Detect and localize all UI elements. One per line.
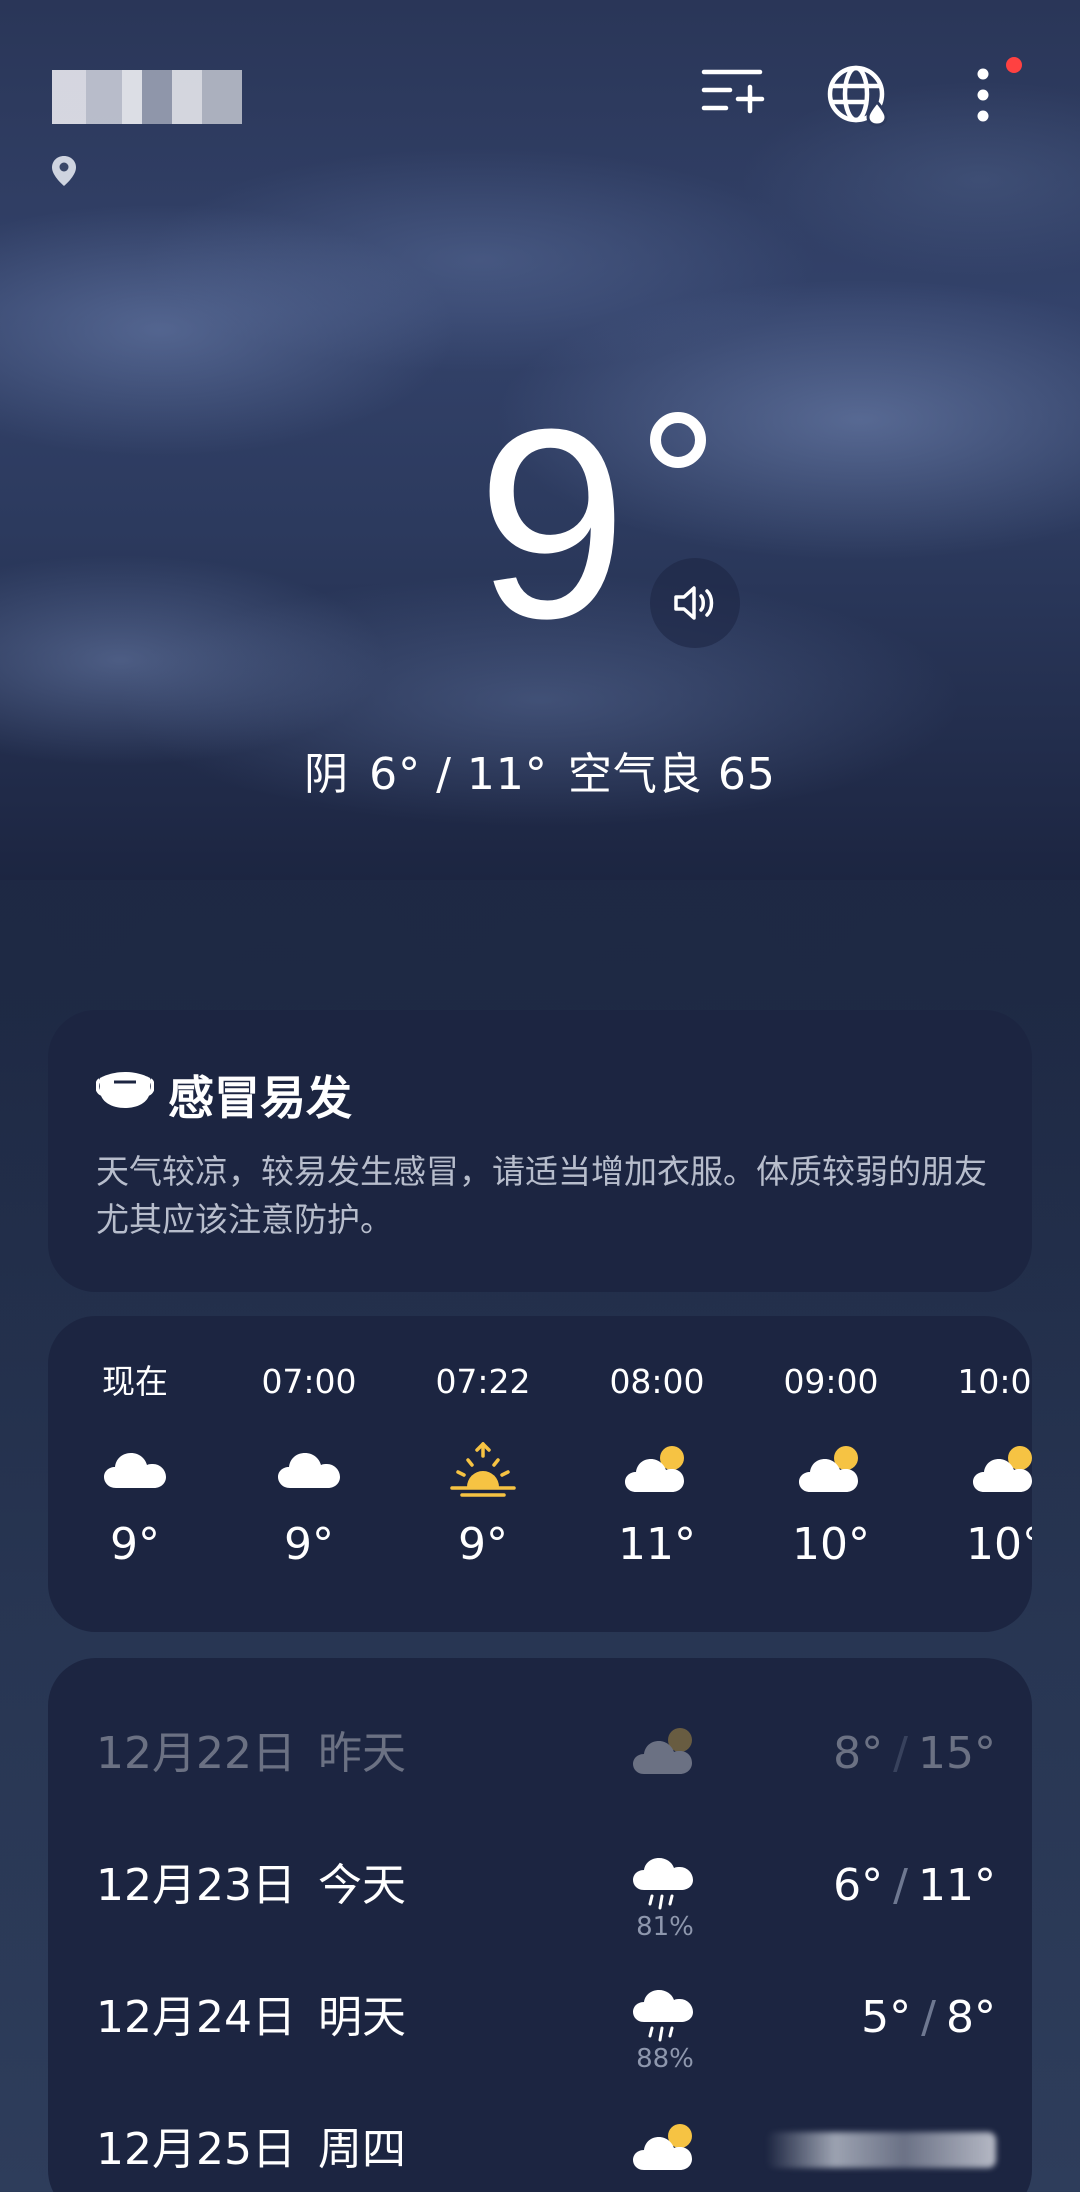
day-temp-range: 8°/15° xyxy=(833,1724,996,1784)
day-date: 12月25日 周四 xyxy=(96,2120,406,2180)
partly-cloudy-icon xyxy=(973,1446,1032,1492)
hour-time: 07:00 xyxy=(261,1362,357,1401)
hour-time: 10:00 xyxy=(957,1362,1032,1401)
hourly-forecast-card[interactable]: 现在 9° 07:00 9° 07:22 9° 08:00 11° 09:00 … xyxy=(48,1316,1032,1632)
hourly-item: 现在 9° xyxy=(48,1362,222,1572)
tip-body: 天气较凉，较易发生感冒，请适当增加衣服。体质较弱的朋友尤其应该注意防护。 xyxy=(96,1152,987,1239)
high-temp: 15° xyxy=(918,1728,996,1779)
date-text: 12月25日 xyxy=(96,2124,296,2175)
high-temp: 11° xyxy=(918,1860,996,1911)
range-separator: / xyxy=(893,1728,908,1779)
hourly-item: 07:22 9° xyxy=(396,1362,570,1572)
partly-cloudy-icon xyxy=(625,1446,684,1492)
weekday-text: 昨天 xyxy=(317,1728,406,1779)
date-text: 12月22日 xyxy=(96,1728,296,1779)
weather-summary: 阴 6° / 11° 空气良 65 xyxy=(0,738,1080,802)
degree-symbol xyxy=(650,412,706,468)
daily-forecast-card[interactable]: 12月22日 昨天 8°/15° 12月23日 今天 81% 6°/11° 12月2… xyxy=(48,1658,1032,2192)
location-pin-icon xyxy=(52,156,76,186)
hour-temp: 9° xyxy=(284,1519,334,1570)
globe-rain-icon[interactable] xyxy=(826,62,892,128)
precip-probability: 88% xyxy=(636,2044,694,2074)
temperature-range: 6° / 11° xyxy=(369,749,548,800)
air-quality[interactable]: 空气良 65 xyxy=(568,749,776,800)
low-temp: 8° xyxy=(833,1728,884,1779)
hour-time: 08:00 xyxy=(609,1362,705,1401)
weekday-text: 明天 xyxy=(317,1992,406,2043)
top-bar xyxy=(0,0,1080,200)
cloudy-icon xyxy=(104,1453,166,1488)
day-temp-range: 6°/11° xyxy=(833,1856,996,1916)
hour-time: 现在 xyxy=(102,1362,168,1401)
day-temp-range-obscured xyxy=(766,2132,996,2168)
location-name-redacted[interactable] xyxy=(52,70,242,124)
low-temp: 5° xyxy=(861,1992,912,2043)
hourly-item: 10:00 10° xyxy=(918,1362,1032,1572)
partly-cloudy-icon xyxy=(799,1446,858,1492)
tip-title: 感冒易发 xyxy=(168,1071,352,1125)
cloudy-icon xyxy=(278,1453,340,1488)
hour-temp: 10° xyxy=(792,1519,870,1570)
hour-temp: 9° xyxy=(110,1519,160,1570)
hour-time: 07:22 xyxy=(435,1362,531,1401)
low-temp: 6° xyxy=(833,1860,884,1911)
speaker-button[interactable] xyxy=(650,558,740,648)
daily-row-tomorrow[interactable]: 12月24日 明天 88% 5°/8° xyxy=(96,1988,996,2108)
day-date: 12月24日 明天 xyxy=(96,1988,406,2048)
date-text: 12月23日 xyxy=(96,1860,296,1911)
daily-row-thursday[interactable]: 12月25日 周四 xyxy=(96,2120,996,2192)
rain-icon xyxy=(633,1990,693,2042)
health-tip-card[interactable]: 感冒易发 天气较凉，较易发生感冒，请适当增加衣服。体质较弱的朋友尤其应该注意防护… xyxy=(48,1010,1032,1292)
daily-row-yesterday[interactable]: 12月22日 昨天 8°/15° xyxy=(96,1724,996,1844)
more-vert-icon[interactable] xyxy=(950,62,1016,128)
hourly-item: 07:00 9° xyxy=(222,1362,396,1572)
sunrise-icon xyxy=(450,1442,516,1497)
weekday-text: 周四 xyxy=(317,2124,406,2175)
condition-text: 阴 xyxy=(304,749,350,800)
high-temp: 8° xyxy=(946,1992,996,2043)
daily-row-today[interactable]: 12月23日 今天 81% 6°/11° xyxy=(96,1856,996,1976)
mask-icon xyxy=(96,1072,154,1108)
range-separator: / xyxy=(921,1992,936,2043)
hourly-item: 08:00 11° xyxy=(570,1362,744,1572)
precip-probability: 81% xyxy=(636,1912,694,1942)
partly-cloudy-icon xyxy=(633,2124,692,2170)
hour-temp: 10° xyxy=(966,1519,1032,1570)
partly-cloudy-icon xyxy=(633,1728,692,1774)
current-temperature: 9 xyxy=(476,374,628,675)
weekday-text: 今天 xyxy=(317,1860,406,1911)
rain-icon xyxy=(633,1858,693,1910)
speaker-icon xyxy=(674,586,714,620)
hour-temp: 11° xyxy=(618,1519,696,1570)
day-date: 12月23日 今天 xyxy=(96,1856,406,1916)
hour-temp: 9° xyxy=(458,1519,508,1570)
hourly-item: 09:00 10° xyxy=(744,1362,918,1572)
range-separator: / xyxy=(893,1860,908,1911)
date-text: 12月24日 xyxy=(96,1992,296,2043)
notification-dot xyxy=(1006,57,1022,73)
day-temp-range: 5°/8° xyxy=(861,1988,996,2048)
day-date: 12月22日 昨天 xyxy=(96,1724,406,1784)
city-list-add-icon[interactable] xyxy=(700,62,766,128)
current-temperature-block: 9 xyxy=(0,390,1080,670)
hour-time: 09:00 xyxy=(783,1362,879,1401)
